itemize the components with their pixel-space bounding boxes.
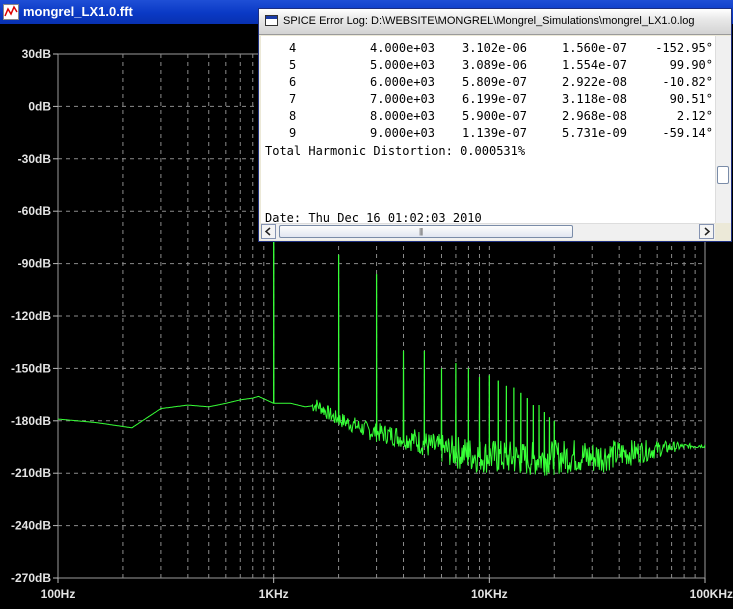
log-window-icon <box>265 15 278 26</box>
phase: 90.51° <box>669 92 713 106</box>
log-row: 4 4.000e+03 3.102e-06 1.560e-07 -152.95° <box>261 40 715 56</box>
x-tick-label: 100KHz <box>690 587 733 601</box>
harmonic-number: 9 <box>289 126 297 140</box>
scroll-right-button[interactable] <box>699 224 714 239</box>
y-tick-label: -120dB <box>11 309 51 323</box>
y-tick-label: -270dB <box>11 571 51 585</box>
phase: -10.82° <box>662 75 713 89</box>
normalized-component: 1.554e-07 <box>561 58 627 72</box>
y-tick-label: -210dB <box>11 466 51 480</box>
y-tick-label: -150dB <box>11 361 51 375</box>
harmonic-frequency: 9.000e+03 <box>369 126 435 140</box>
harmonic-number: 6 <box>289 75 297 89</box>
normalized-component: 1.560e-07 <box>561 41 627 55</box>
y-tick-label: -240dB <box>11 519 51 533</box>
fft-window-title: mongrel_LX1.0.fft <box>23 4 133 19</box>
normalized-component: 5.731e-09 <box>561 126 627 140</box>
harmonic-number: 4 <box>289 41 297 55</box>
harmonic-frequency: 4.000e+03 <box>369 41 435 55</box>
log-row: 9 9.000e+03 1.139e-07 5.731e-09 -59.14° <box>261 125 715 141</box>
harmonic-frequency: 6.000e+03 <box>369 75 435 89</box>
fourier-component: 5.900e-07 <box>461 109 527 123</box>
phase: 99.90° <box>669 58 713 72</box>
waveform-icon <box>3 4 19 20</box>
x-tick-label: 100Hz <box>41 587 76 601</box>
fourier-component: 3.089e-06 <box>461 58 527 72</box>
log-window-titlebar[interactable]: SPICE Error Log: D:\WEBSITE\MONGREL\Mong… <box>259 9 731 35</box>
harmonic-frequency: 7.000e+03 <box>369 92 435 106</box>
normalized-component: 3.118e-08 <box>561 92 627 106</box>
horizontal-scroll-thumb[interactable]: ||| <box>279 225 573 238</box>
phase: -152.95° <box>655 41 713 55</box>
fourier-component: 1.139e-07 <box>461 126 527 140</box>
y-tick-label: -180dB <box>11 414 51 428</box>
harmonic-number: 8 <box>289 109 297 123</box>
x-tick-label: 1KHz <box>259 587 289 601</box>
thd-line: Total Harmonic Distortion: 0.000531% <box>265 144 526 158</box>
normalized-component: 2.922e-08 <box>561 75 627 89</box>
phase: -59.14° <box>662 126 713 140</box>
log-text-area[interactable]: 4 4.000e+03 3.102e-06 1.560e-07 -152.95°… <box>261 36 715 223</box>
harmonic-frequency: 8.000e+03 <box>369 109 435 123</box>
grip-icon: ||| <box>419 227 423 236</box>
log-row: 5 5.000e+03 3.089e-06 1.554e-07 99.90° <box>261 57 715 73</box>
horizontal-scrollbar[interactable]: ||| <box>261 223 715 240</box>
log-row: 8 8.000e+03 5.900e-07 2.968e-08 2.12° <box>261 108 715 124</box>
y-tick-label: -30dB <box>18 152 52 166</box>
fourier-component: 6.199e-07 <box>461 92 527 106</box>
y-tick-label: 30dB <box>22 47 52 61</box>
vertical-scrollbar[interactable] <box>715 36 731 223</box>
log-window-title: SPICE Error Log: D:\WEBSITE\MONGREL\Mong… <box>283 15 695 27</box>
scroll-left-button[interactable] <box>261 224 276 239</box>
log-row: 6 6.000e+03 5.809e-07 2.922e-08 -10.82° <box>261 74 715 90</box>
x-tick-label: 10KHz <box>471 587 508 601</box>
chevron-left-icon <box>264 227 271 236</box>
y-tick-label: 0dB <box>28 99 51 113</box>
vertical-scroll-thumb[interactable] <box>717 166 729 184</box>
spice-error-log-window[interactable]: SPICE Error Log: D:\WEBSITE\MONGREL\Mong… <box>258 8 732 242</box>
fourier-component: 5.809e-07 <box>461 75 527 89</box>
y-tick-label: -90dB <box>18 257 52 271</box>
date-line: Date: Thu Dec 16 01:02:03 2010 <box>265 211 482 223</box>
log-row: 7 7.000e+03 6.199e-07 3.118e-08 90.51° <box>261 91 715 107</box>
harmonic-number: 5 <box>289 58 297 72</box>
chevron-right-icon <box>704 227 711 236</box>
y-tick-label: -60dB <box>18 204 52 218</box>
scrollbar-corner <box>715 223 730 239</box>
phase: 2.12° <box>676 109 713 123</box>
harmonic-frequency: 5.000e+03 <box>369 58 435 72</box>
fourier-component: 3.102e-06 <box>461 41 527 55</box>
normalized-component: 2.968e-08 <box>561 109 627 123</box>
harmonic-number: 7 <box>289 92 297 106</box>
